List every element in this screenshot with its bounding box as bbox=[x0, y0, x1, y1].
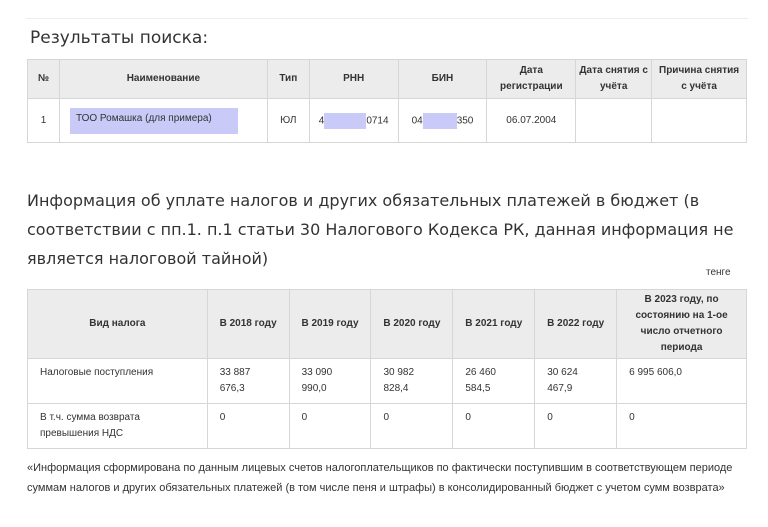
col-header-rnn: РНН bbox=[308, 59, 399, 99]
row-dereg-date bbox=[575, 98, 653, 143]
tax-row-name: Налоговые поступления bbox=[27, 358, 208, 404]
company-name[interactable]: ТОО Ромашка (для примера) bbox=[69, 107, 238, 134]
tax-value-2019: 0 bbox=[288, 403, 372, 449]
row-name-cell: ТОО Ромашка (для примера) bbox=[58, 98, 268, 143]
row-reg-date: 06.07.2004 bbox=[486, 98, 577, 143]
tax-value-2021: 0 bbox=[452, 403, 536, 449]
top-divider bbox=[26, 18, 748, 19]
tax-value-2019: 33 090 990,0 bbox=[288, 358, 372, 404]
col-header-2018: В 2018 году bbox=[206, 289, 290, 359]
tax-value-2020: 30 982 828,4 bbox=[370, 358, 454, 404]
search-results-heading: Результаты поиска: bbox=[30, 28, 209, 48]
col-header-2020: В 2020 году bbox=[370, 289, 454, 359]
tax-value-2018: 0 bbox=[206, 403, 290, 449]
col-header-dereg-reason: Причина снятия с учёта bbox=[651, 59, 747, 99]
col-header-tax-type: Вид налога bbox=[27, 289, 208, 359]
tax-value-2022: 0 bbox=[534, 403, 618, 449]
tax-value-2023: 0 bbox=[616, 403, 747, 449]
col-header-2023: В 2023 году, по состоянию на 1-ое число … bbox=[616, 289, 747, 359]
tax-value-2021: 26 460 584,5 bbox=[452, 358, 536, 404]
col-header-reg-date: Дата регистрации bbox=[486, 59, 577, 99]
search-results-header-row: № Наименование Тип РНН БИН Дата регистра… bbox=[27, 59, 747, 99]
redacted-mask bbox=[422, 112, 457, 129]
col-header-name: Наименование bbox=[58, 59, 268, 99]
row-type: ЮЛ bbox=[266, 98, 310, 143]
row-bin: 04 350 bbox=[397, 98, 488, 143]
tax-value-2022: 30 624 467,9 bbox=[534, 358, 618, 404]
row-rnn: 4 0714 bbox=[308, 98, 399, 143]
col-header-dereg-date: Дата снятия с учёта bbox=[575, 59, 653, 99]
table-row: В т.ч. сумма возврата превышения НДС 0 0… bbox=[27, 403, 747, 449]
row-num: 1 bbox=[27, 98, 60, 143]
col-header-2021: В 2021 году bbox=[452, 289, 536, 359]
redacted-mask bbox=[324, 112, 367, 129]
tax-value-2020: 0 bbox=[370, 403, 454, 449]
col-header-2019: В 2019 году bbox=[288, 289, 372, 359]
col-header-2022: В 2022 году bbox=[534, 289, 618, 359]
footnote: «Информация сформирована по данным лицев… bbox=[27, 462, 733, 494]
currency-label: тенге bbox=[706, 267, 731, 278]
tax-info-heading: Информация об уплате налогов и других об… bbox=[27, 191, 734, 268]
search-results-table: № Наименование Тип РНН БИН Дата регистра… bbox=[27, 59, 747, 143]
tax-header-row: Вид налога В 2018 году В 2019 году В 202… bbox=[27, 289, 747, 359]
tax-row-name: В т.ч. сумма возврата превышения НДС bbox=[27, 403, 208, 449]
tax-payments-table: Вид налога В 2018 году В 2019 году В 202… bbox=[27, 289, 747, 449]
table-row[interactable]: 1 ТОО Ромашка (для примера) ЮЛ 4 0714 04 3… bbox=[27, 98, 747, 143]
row-dereg-reason bbox=[651, 98, 747, 143]
col-header-bin: БИН bbox=[397, 59, 488, 99]
tax-value-2018: 33 887 676,3 bbox=[206, 358, 290, 404]
col-header-type: Тип bbox=[266, 59, 310, 99]
tax-value-2023: 6 995 606,0 bbox=[616, 358, 747, 404]
col-header-num: № bbox=[27, 59, 60, 99]
table-row: Налоговые поступления 33 887 676,3 33 090… bbox=[27, 358, 747, 404]
